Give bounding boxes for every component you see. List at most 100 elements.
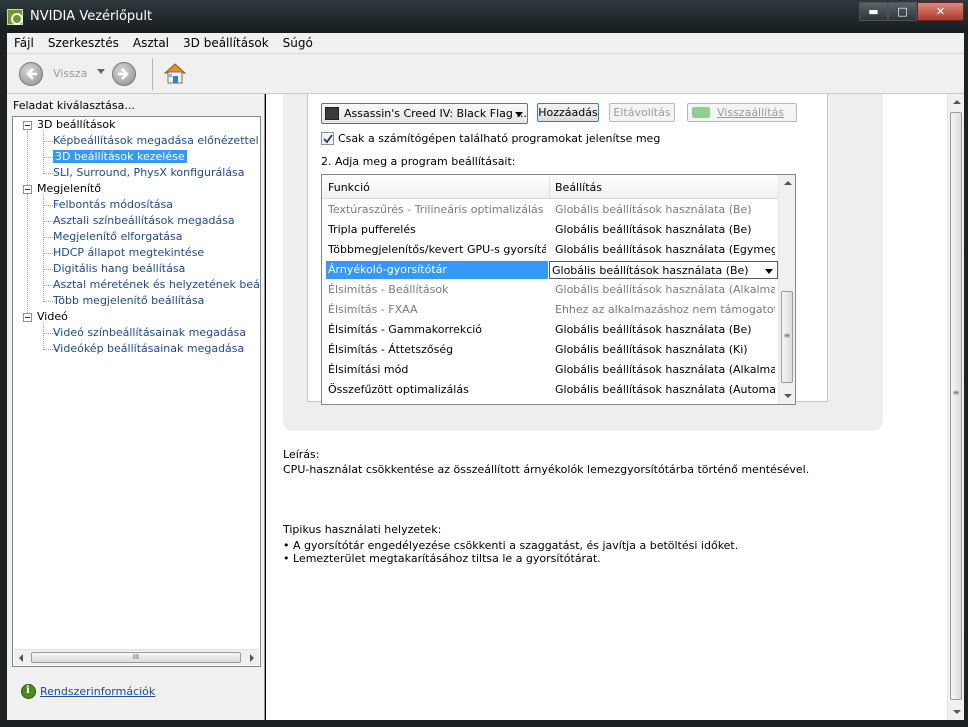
setting-dropdown-value: Globális beállítások használata (Be) [552, 264, 749, 277]
setting-dropdown[interactable]: Globális beállítások használata (Be) [549, 261, 778, 279]
menu-3d-settings[interactable]: 3D beállítások [176, 36, 276, 50]
menu-desktop[interactable]: Asztal [126, 36, 176, 50]
home-icon[interactable] [163, 61, 187, 85]
tree-item-image-settings-preview[interactable]: Képbeállítások megadása előnézettel [53, 133, 259, 149]
window-frame-left [0, 33, 7, 727]
close-button[interactable]: ✕ [917, 2, 964, 21]
system-information-link[interactable]: Rendszerinformációk [40, 685, 155, 698]
scroll-thumb[interactable]: III [31, 652, 241, 663]
show-installed-only-checkbox[interactable] [321, 132, 334, 145]
tree-category-display[interactable]: Megjelenítő [37, 181, 101, 197]
tree-item-video-color[interactable]: Videó színbeállításainak megadása [53, 325, 246, 341]
info-icon [21, 684, 36, 699]
scroll-left-arrow[interactable] [19, 654, 23, 662]
feature-cell: Árnyékoló-gyorsítótár [326, 261, 548, 279]
grid-vertical-scrollbar[interactable]: ≡ [778, 175, 795, 404]
tree-item-multiple-displays[interactable]: Több megjelenítő beállítása [53, 293, 204, 309]
scroll-up-arrow[interactable] [953, 100, 961, 104]
tree-category-3d-settings[interactable]: 3D beállítások [37, 117, 116, 133]
setting-cell: Globális beállítások használata (Be) [555, 323, 752, 336]
scroll-up-arrow[interactable] [784, 181, 792, 185]
usage-bullet: • Lemezterület megtakarításához tiltsa l… [283, 552, 601, 565]
tree-category-video[interactable]: Videó [37, 309, 68, 325]
setting-cell: Globális beállítások használata (Alkalma… [555, 363, 775, 376]
collapse-video[interactable] [23, 313, 32, 322]
window-frame-bottom [0, 720, 968, 727]
content-vertical-scrollbar[interactable]: ≡ [947, 94, 964, 720]
usage-title: Tipikus használati helyzetek: [283, 523, 442, 536]
settings-grid: Funkció Beállítás Textúraszűrés - Trilin… [321, 174, 796, 405]
feature-cell: Élsimítás - Áttetszőség [328, 343, 454, 356]
chevron-down-icon [515, 112, 523, 117]
feature-cell: Textúraszűrés - Trilineáris optimalizálá… [328, 203, 544, 216]
menu-edit[interactable]: Szerkesztés [41, 36, 126, 50]
column-header-setting[interactable]: Beállítás [555, 181, 602, 194]
setting-cell: Globális beállítások használata (Ki) [555, 343, 748, 356]
tree-item-manage-3d-settings[interactable]: 3D beállítások kezelése [53, 149, 187, 165]
feature-cell: Élsimítás - FXAA [328, 303, 418, 316]
column-header-feature[interactable]: Funkció [328, 181, 370, 194]
scroll-thumb[interactable]: ≡ [781, 291, 793, 383]
tree-item-digital-audio[interactable]: Digitális hang beállítása [53, 261, 185, 277]
tree-label: Több megjelenítő beállítása [53, 294, 205, 307]
tree-label: Megjelenítő [37, 182, 101, 195]
menu-help[interactable]: Súgó [276, 36, 320, 50]
table-row[interactable]: Élsimítás - Beállítások Globális beállít… [322, 280, 778, 300]
feature-cell: Élsimítás - Beállítások [328, 283, 449, 296]
add-program-button[interactable]: Hozzáadás [537, 103, 599, 122]
table-row[interactable]: Élsimítás - FXAA Ehhez az alkalmazáshoz … [322, 300, 778, 320]
scroll-thumb[interactable]: ≡ [950, 112, 962, 700]
maximize-button[interactable]: □ [888, 2, 917, 21]
program-select[interactable]: Assassin's Creed IV: Black Flag ... [321, 103, 528, 124]
tree-item-desktop-size-position[interactable]: Asztal méretének és helyzetének beállítá… [53, 277, 260, 293]
tree-item-video-image[interactable]: Videókép beállításainak megadása [53, 341, 244, 357]
feature-cell: Többmegjelenítős/kevert GPU-s gyorsítás [328, 243, 546, 256]
tree-horizontal-scrollbar[interactable]: III [14, 649, 259, 665]
tree-label: Asztal méretének és helyzetének beállítá… [53, 278, 260, 291]
remove-program-button[interactable]: Eltávolítás [609, 103, 675, 122]
table-row[interactable]: Élsimítás - Áttetszőség Globális beállít… [322, 340, 778, 360]
restore-button[interactable]: Visszaállítás [687, 103, 797, 122]
tree-item-rotate-display[interactable]: Megjelenítő elforgatása [53, 229, 182, 245]
grid-header: Funkció Beállítás [322, 175, 778, 199]
collapse-3d-settings[interactable] [23, 121, 32, 130]
tree-label: Videókép beállításainak megadása [53, 342, 245, 355]
tree-item-desktop-color[interactable]: Asztali színbeállítások megadása [53, 213, 235, 229]
content-panel: Assassin's Creed IV: Black Flag ... Hozz… [266, 94, 964, 720]
tree-item-change-resolution[interactable]: Felbontás módosítása [53, 197, 173, 213]
tree-label: 3D beállítások [37, 118, 116, 131]
menu-file[interactable]: Fájl [7, 36, 41, 50]
tree-label: SLI, Surround, PhysX konfigurálása [53, 166, 245, 179]
table-row[interactable]: Tripla pufferelés Globális beállítások h… [322, 220, 778, 240]
tree-item-sli-surround-physx[interactable]: SLI, Surround, PhysX konfigurálása [53, 165, 245, 181]
scroll-down-arrow[interactable] [953, 710, 961, 714]
scroll-down-arrow[interactable] [784, 394, 792, 398]
arrow-left-icon [26, 68, 37, 80]
table-row[interactable]: Élsimítási mód Globális beállítások hasz… [322, 360, 778, 380]
tree-item-hdcp-status[interactable]: HDCP állapot megtekintése [53, 245, 204, 261]
tree-connector [43, 323, 44, 348]
table-row[interactable]: Textúraszűrés - Trilineáris optimalizálá… [322, 200, 778, 220]
forward-button[interactable] [112, 62, 136, 86]
step2-label: 2. Adja meg a program beállításait: [321, 155, 516, 168]
minimize-button[interactable]: ▬ [859, 2, 888, 21]
setting-cell: Globális beállítások használata (Egymegj… [555, 243, 775, 256]
program-select-value: Assassin's Creed IV: Black Flag ... [344, 107, 527, 120]
table-row[interactable]: Többmegjelenítős/kevert GPU-s gyorsítás … [322, 240, 778, 260]
setting-cell: Globális beállítások használata (Be) [555, 203, 752, 216]
task-panel: Feladat kiválasztása... 3D beállítások K… [7, 94, 265, 720]
tree-label: Képbeállítások megadása előnézettel [53, 134, 259, 147]
feature-cell: Összefűzött optimalizálás [328, 383, 469, 396]
usage-bullet: • A gyorsítótár engedélyezése csökkenti … [283, 539, 739, 552]
back-button[interactable] [19, 62, 43, 86]
table-row[interactable]: Élsimítás - Gammakorrekció Globális beál… [322, 320, 778, 340]
table-row-selected[interactable]: Árnyékoló-gyorsítótár Globális beállítás… [322, 260, 778, 280]
feature-cell: Tripla pufferelés [328, 223, 416, 236]
system-information: Rendszerinformációk [21, 684, 155, 699]
table-row[interactable]: Összefűzött optimalizálás Globális beáll… [322, 380, 778, 400]
collapse-display[interactable] [23, 185, 32, 194]
back-history-dropdown[interactable] [97, 69, 105, 74]
scroll-right-arrow[interactable] [250, 654, 254, 662]
tree-label: Videó [37, 310, 68, 323]
column-divider[interactable] [549, 177, 550, 197]
